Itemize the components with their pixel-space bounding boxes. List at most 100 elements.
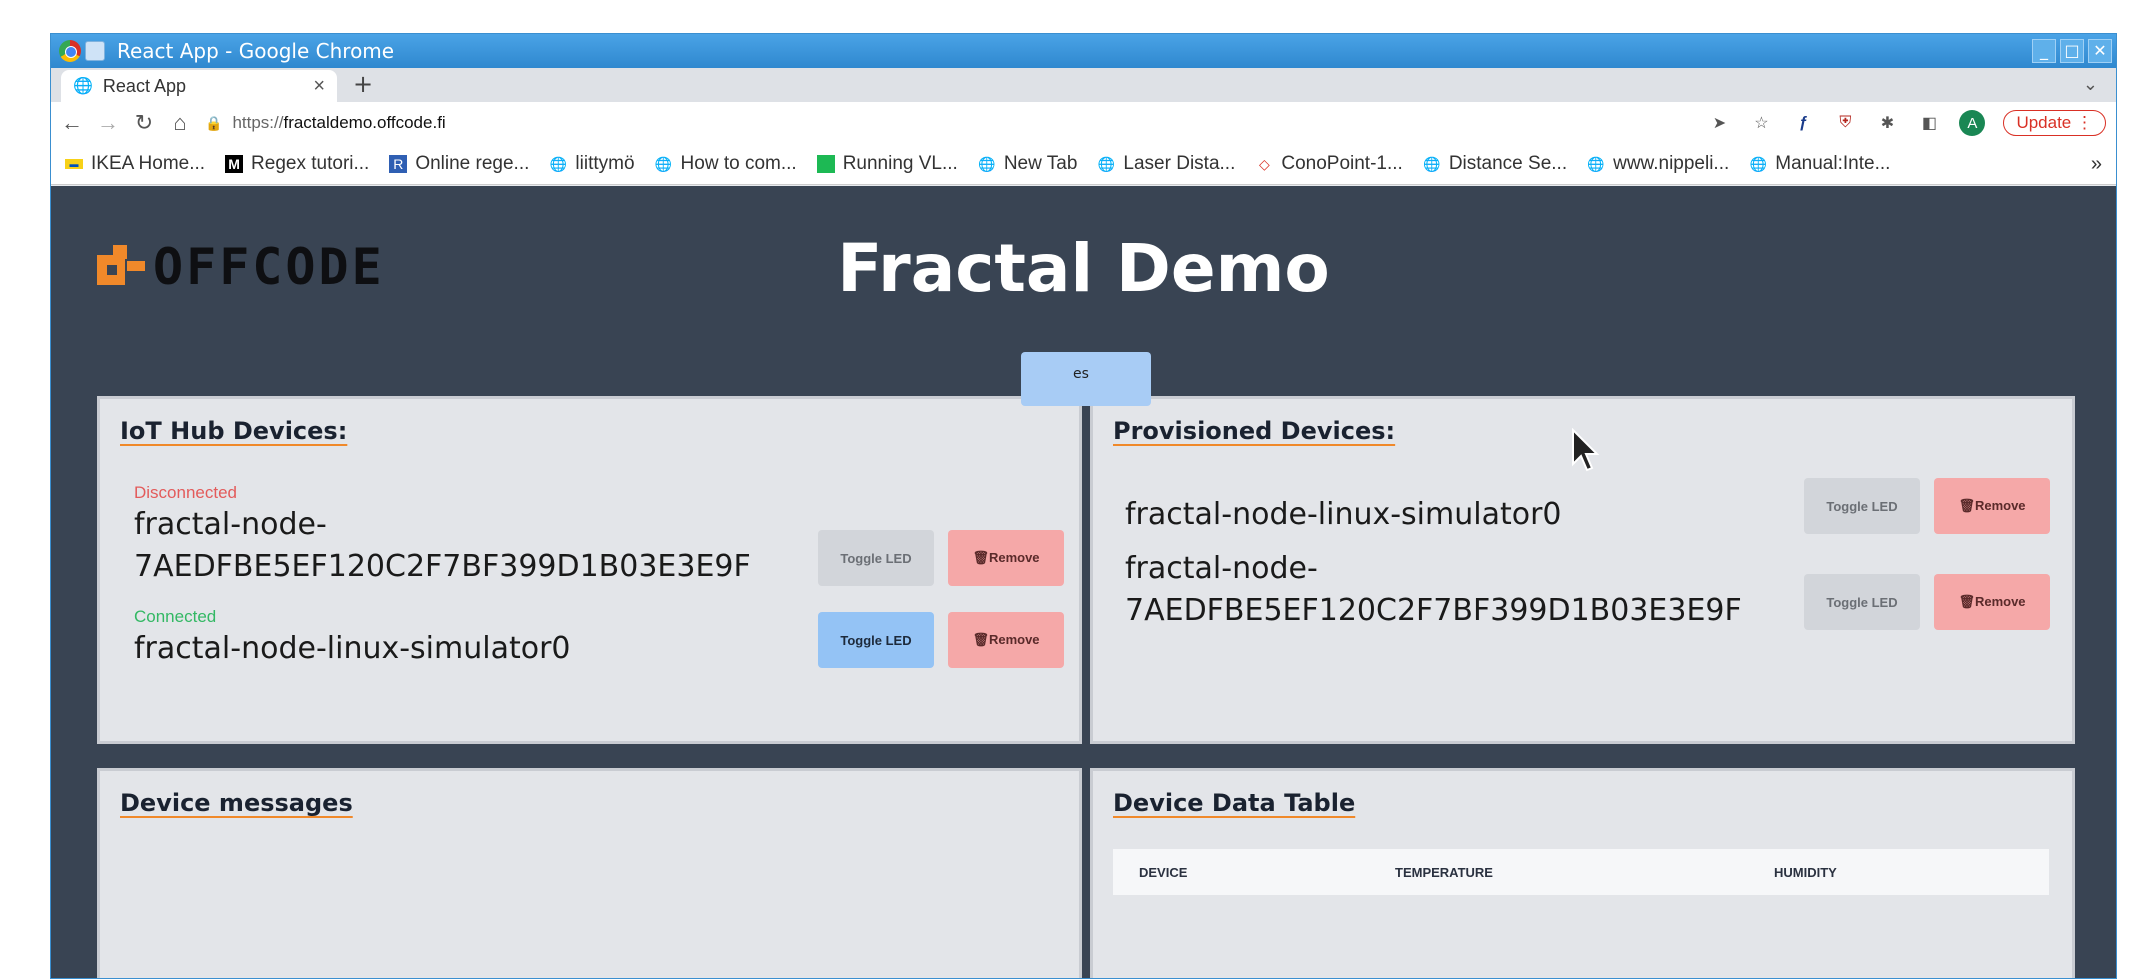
extension-f-icon[interactable]: ƒ <box>1791 111 1815 135</box>
bookmark-label: liittymö <box>575 153 635 174</box>
bookmark-item[interactable]: 🌐 Laser Dista... <box>1097 153 1236 175</box>
r-icon: R <box>389 155 408 173</box>
status-disconnected: Disconnected <box>134 483 238 502</box>
update-label: Update <box>2016 113 2072 132</box>
overlapping-button-label: es <box>1073 366 1089 382</box>
bookmark-star-icon[interactable]: ☆ <box>1749 111 1773 135</box>
column-header-device[interactable]: DEVICE <box>1139 865 1187 880</box>
home-button[interactable]: ⌂ <box>165 110 195 136</box>
bookmarks-bar: ▬ IKEA Home... M Regex tutori... R Online r… <box>51 144 2116 185</box>
device-entry: Disconnected fractal-node- 7AEDFBE5EF120… <box>134 483 751 587</box>
chrome-icon <box>59 40 81 62</box>
column-header-temperature[interactable]: TEMPERATURE <box>1395 865 1493 880</box>
bookmarks-overflow-button[interactable]: » <box>2091 153 2102 176</box>
profile-avatar[interactable]: A <box>1959 110 1986 136</box>
title-bar: React App - Google Chrome _ □ ✕ <box>51 34 2116 68</box>
medium-icon: M <box>225 155 244 173</box>
ikea-icon: ▬ <box>65 159 83 169</box>
remove-button[interactable]: 🗑Remove <box>1934 478 2050 534</box>
bookmark-item[interactable]: 🌐 www.nippeli... <box>1587 153 1729 175</box>
globe-icon: 🌐 <box>1423 155 1441 172</box>
tab-title: React App <box>102 75 186 96</box>
panel-heading: IoT Hub Devices: <box>120 417 348 445</box>
bookmark-item[interactable]: 🌐 liittymö <box>549 153 635 175</box>
browser-toolbar: ← → ↻ ⌂ 🔒 https://fractaldemo.offcode.fi… <box>51 102 2116 144</box>
page-title: Fractal Demo <box>837 230 1330 307</box>
bookmark-item[interactable]: ▬ IKEA Home... <box>65 153 205 175</box>
new-tab-button[interactable]: + <box>353 70 373 98</box>
toggle-led-button[interactable]: Toggle LED <box>1804 478 1920 534</box>
diamond-icon: ◇ <box>1258 155 1270 172</box>
device-entry: Connected fractal-node-linux-simulator0 <box>134 607 571 669</box>
minimize-button[interactable]: _ <box>2032 39 2056 63</box>
bookmark-item[interactable]: 🌐 How to com... <box>655 153 797 175</box>
extension-shield-icon[interactable]: ⛨ <box>1833 111 1857 135</box>
window-menu-icon[interactable] <box>85 41 105 61</box>
panel-heading: Device Data Table <box>1113 789 1356 817</box>
bookmark-label: Manual:Inte... <box>1775 153 1891 174</box>
url-host: fractaldemo.offcode.fi <box>283 113 446 132</box>
panel-heading: Provisioned Devices: <box>1113 417 1396 445</box>
device-name-line2: 7AEDFBE5EF120C2F7BF399D1B03E3E9F <box>134 549 751 584</box>
send-icon[interactable]: ➤ <box>1707 111 1731 135</box>
remove-button[interactable]: 🗑Remove <box>948 612 1064 668</box>
bookmark-label: ConoPoint-1... <box>1281 153 1403 174</box>
device-name-line1: fractal-node- <box>1125 551 1318 586</box>
bookmark-label: Regex tutori... <box>251 153 370 174</box>
globe-icon: 🌐 <box>978 155 996 172</box>
globe-icon: 🌐 <box>1587 155 1605 172</box>
panel-heading: Device messages <box>120 789 353 817</box>
browser-window: React App - Google Chrome _ □ ✕ 🌐 React … <box>50 33 2117 979</box>
extensions-puzzle-icon[interactable]: ✱ <box>1875 111 1899 135</box>
maximize-button[interactable]: □ <box>2060 39 2084 63</box>
update-button[interactable]: Update ⋮ <box>2003 110 2106 136</box>
bookmark-label: Distance Se... <box>1448 153 1568 174</box>
status-connected: Connected <box>134 607 217 626</box>
reload-button[interactable]: ↻ <box>129 110 159 136</box>
green-icon <box>816 155 835 173</box>
remove-button[interactable]: 🗑Remove <box>948 530 1064 586</box>
bookmark-item[interactable]: R Online rege... <box>389 153 529 175</box>
tab-strip: 🌐 React App × + ⌄ <box>51 68 2116 102</box>
close-tab-button[interactable]: × <box>313 75 325 98</box>
bookmark-item[interactable]: Running VL... <box>816 153 958 175</box>
bookmark-item[interactable]: 🌐 Distance Se... <box>1423 153 1567 175</box>
lock-icon[interactable]: 🔒 <box>205 115 222 132</box>
bookmark-label: Online rege... <box>415 153 530 174</box>
window-title: React App - Google Chrome <box>117 39 395 63</box>
device-entry: fractal-node- 7AEDFBE5EF120C2F7BF399D1B0… <box>1125 547 1742 631</box>
bookmark-item[interactable]: ◇ ConoPoint-1... <box>1255 153 1403 175</box>
table-header: DEVICE TEMPERATURE HUMIDITY <box>1113 849 2049 895</box>
mouse-cursor-icon <box>1572 428 1600 472</box>
bookmark-label: Laser Dista... <box>1123 153 1236 174</box>
globe-icon: 🌐 <box>549 155 568 172</box>
remove-button[interactable]: 🗑Remove <box>1934 574 2050 630</box>
bookmark-item[interactable]: M Regex tutori... <box>225 153 369 175</box>
overlapping-button[interactable]: es <box>1021 352 1151 406</box>
device-messages-panel: Device messages <box>97 768 1082 978</box>
device-name-line2: 7AEDFBE5EF120C2F7BF399D1B03E3E9F <box>1125 593 1742 628</box>
bookmark-item[interactable]: 🌐 New Tab <box>978 153 1078 175</box>
device-name-line1: fractal-node-linux-simulator0 <box>1125 497 1562 532</box>
toggle-led-button[interactable]: Toggle LED <box>1804 574 1920 630</box>
side-panel-icon[interactable]: ◧ <box>1917 111 1941 135</box>
tab-search-icon[interactable]: ⌄ <box>2083 74 2098 95</box>
bookmark-label: New Tab <box>1003 153 1078 174</box>
column-header-humidity[interactable]: HUMIDITY <box>1774 865 1837 880</box>
back-button[interactable]: ← <box>57 110 87 136</box>
globe-icon: 🌐 <box>73 78 93 95</box>
tab-react-app[interactable]: 🌐 React App × <box>61 70 337 102</box>
iot-hub-devices-panel: IoT Hub Devices: Disconnected fractal-no… <box>97 396 1082 744</box>
toggle-led-button[interactable]: Toggle LED <box>818 612 934 668</box>
toggle-led-button[interactable]: Toggle LED <box>818 530 934 586</box>
address-bar[interactable]: 🔒 https://fractaldemo.offcode.fi <box>205 107 1707 139</box>
device-data-table-panel: Device Data Table DEVICE TEMPERATURE HUM… <box>1090 768 2075 978</box>
globe-icon: 🌐 <box>654 155 673 172</box>
device-name-line1: fractal-node- <box>134 507 327 542</box>
globe-icon: 🌐 <box>1749 155 1767 172</box>
bookmark-label: How to com... <box>680 153 797 174</box>
device-name-line1: fractal-node-linux-simulator0 <box>134 631 571 666</box>
close-window-button[interactable]: ✕ <box>2088 39 2112 63</box>
forward-button[interactable]: → <box>93 110 123 136</box>
bookmark-item[interactable]: 🌐 Manual:Inte... <box>1749 153 1891 175</box>
